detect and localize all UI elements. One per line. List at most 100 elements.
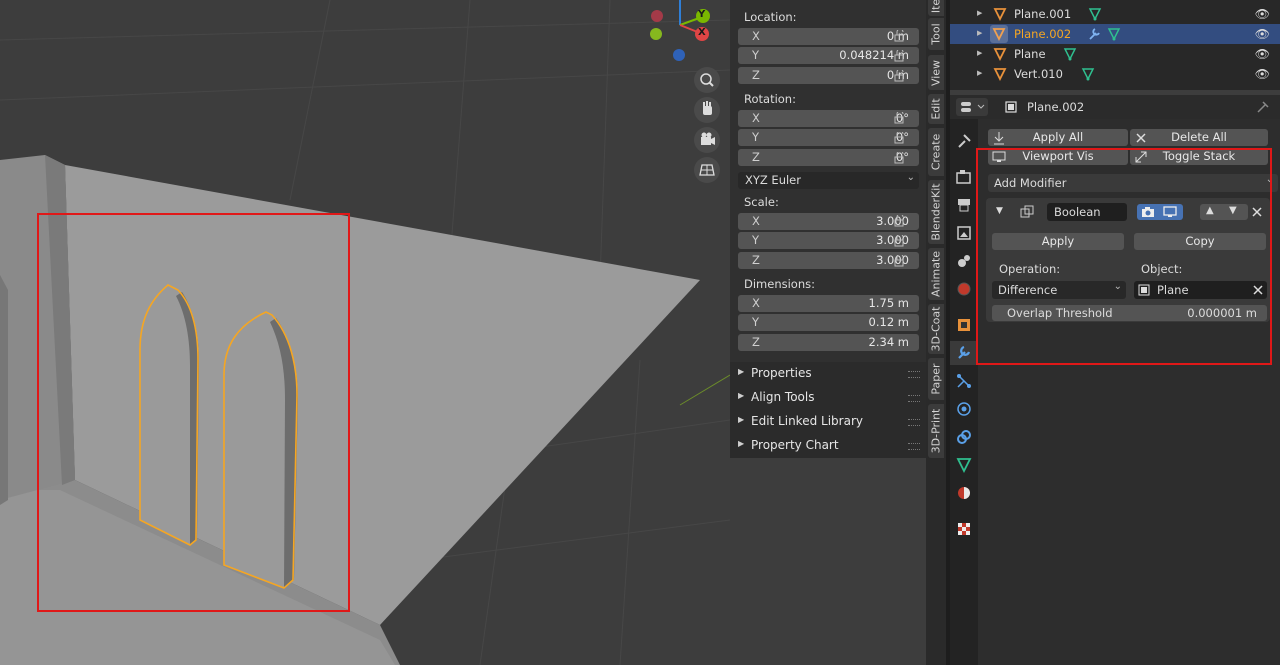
expand-triangle-icon: ▶ xyxy=(738,439,745,448)
output-icon[interactable] xyxy=(956,197,972,213)
location-x-field[interactable]: X0 m xyxy=(738,28,919,45)
particles-icon[interactable] xyxy=(956,373,972,389)
location-z-field[interactable]: Z0 m xyxy=(738,67,919,84)
field-value: 2.34 m xyxy=(868,335,909,349)
eye-icon[interactable]: 👁 xyxy=(1255,27,1270,41)
mesh-data-icon[interactable] xyxy=(956,457,972,473)
scale-y-field[interactable]: Y 3.000 xyxy=(738,232,919,249)
expand-triangle-icon: ▶ xyxy=(738,415,745,424)
tool-icon[interactable] xyxy=(956,133,972,149)
lock-icon[interactable] xyxy=(894,30,908,42)
constraints-icon[interactable] xyxy=(956,429,972,445)
lock-icon[interactable] xyxy=(894,152,908,164)
tab-label: Create xyxy=(929,133,943,171)
render-icon[interactable] xyxy=(956,169,972,185)
world-icon[interactable] xyxy=(956,281,972,297)
tab-edit[interactable]: Edit xyxy=(928,94,944,124)
drag-grip-icon[interactable] xyxy=(908,419,920,426)
hand-icon xyxy=(703,101,712,115)
mesh-data-icon xyxy=(1063,48,1077,61)
delete-all-button[interactable]: Delete All xyxy=(1130,129,1268,146)
lock-icon[interactable] xyxy=(894,50,908,62)
pin-icon[interactable] xyxy=(1256,100,1270,114)
properties-header: Plane.002 xyxy=(950,95,1280,119)
eye-icon[interactable]: 👁 xyxy=(1255,7,1270,21)
button-label: Delete All xyxy=(1171,130,1227,144)
eye-icon[interactable]: 👁 xyxy=(1255,67,1270,81)
eye-icon[interactable]: 👁 xyxy=(1255,47,1270,61)
dimensions-y-field[interactable]: Y 0.12 m xyxy=(738,314,919,331)
drag-grip-icon[interactable] xyxy=(908,443,920,450)
pan-button[interactable] xyxy=(694,97,720,123)
rotation-y-field[interactable]: Y 0° xyxy=(738,129,919,146)
zoom-button[interactable] xyxy=(694,67,720,93)
scale-x-field[interactable]: X 3.000 xyxy=(738,213,919,230)
expand-arrow-icon[interactable]: ▶ xyxy=(977,9,982,17)
panel-properties[interactable]: ▶ Properties xyxy=(730,362,926,386)
tab-blenderkit[interactable]: BlenderKit xyxy=(928,180,944,244)
panel-property-chart[interactable]: ▶ Property Chart xyxy=(730,434,926,458)
outliner-row-vert-010[interactable]: ▶ Vert.010 👁 xyxy=(950,64,1280,84)
3d-viewport[interactable]: Y X xyxy=(0,0,730,665)
lock-icon[interactable] xyxy=(894,235,908,247)
camera-view-button[interactable] xyxy=(694,127,720,153)
panel-align-tools[interactable]: ▶ Align Tools xyxy=(730,386,926,410)
scene-icon[interactable] xyxy=(956,253,972,269)
apply-all-button[interactable]: Apply All xyxy=(988,129,1128,146)
tab-3d-coat[interactable]: 3D-Coat xyxy=(928,304,944,354)
lock-icon[interactable] xyxy=(894,112,908,124)
field-value: 0.12 m xyxy=(868,315,909,329)
tab-item[interactable]: Ite xyxy=(928,0,944,16)
tab-paper[interactable]: Paper xyxy=(928,358,944,400)
lock-icon[interactable] xyxy=(894,70,908,82)
axis-label: Y xyxy=(752,48,760,62)
outliner-row-plane-002[interactable]: ▶ Plane.002 👁 xyxy=(950,24,1280,44)
material-icon[interactable] xyxy=(956,485,972,501)
rotation-mode-dropdown[interactable]: XYZ Euler ⌄ xyxy=(738,172,919,189)
expand-arrow-icon[interactable]: ▶ xyxy=(977,49,982,57)
tab-label: View xyxy=(929,59,943,86)
view-layer-icon[interactable] xyxy=(956,225,972,241)
sidebar-tabs: Ite Tool View Edit Create BlenderKit Ani… xyxy=(926,0,946,665)
drag-grip-icon[interactable] xyxy=(908,371,920,378)
expand-arrow-icon[interactable]: ▶ xyxy=(977,29,982,37)
panel-title: Edit Linked Library xyxy=(751,414,863,428)
dropdown-value: XYZ Euler xyxy=(745,173,801,187)
highlight-box-modifier xyxy=(976,148,1272,365)
lock-icon[interactable] xyxy=(894,255,908,267)
physics-icon[interactable] xyxy=(956,401,972,417)
drag-grip-icon[interactable] xyxy=(908,395,920,402)
mesh-object-icon xyxy=(993,8,1007,21)
wrench-icon xyxy=(958,345,971,359)
tab-modifiers[interactable] xyxy=(950,341,978,365)
expand-triangle-icon: ▶ xyxy=(738,367,745,376)
outliner-row-plane[interactable]: ▶ Plane 👁 xyxy=(950,44,1280,64)
tab-view[interactable]: View xyxy=(928,55,944,90)
tab-label: 3D-Coat xyxy=(929,306,943,352)
location-y-field[interactable]: Y 0.048214 m xyxy=(738,47,919,64)
outliner-row-plane-001[interactable]: ▶ Plane.001 👁 xyxy=(950,4,1280,24)
rotation-z-field[interactable]: Z 0° xyxy=(738,149,919,166)
tab-label: 3D-Print xyxy=(929,408,943,454)
perspective-toggle-button[interactable] xyxy=(694,157,720,183)
expand-arrow-icon[interactable]: ▶ xyxy=(977,69,982,77)
scale-z-field[interactable]: Z 3.000 xyxy=(738,252,919,269)
texture-icon[interactable] xyxy=(956,521,972,537)
tab-3d-print[interactable]: 3D-Print xyxy=(928,404,944,458)
wrench-icon xyxy=(1089,28,1100,40)
lock-icon[interactable] xyxy=(894,132,908,144)
tab-create[interactable]: Create xyxy=(928,128,944,176)
tab-tool[interactable]: Tool xyxy=(928,18,944,50)
axis-label: Y xyxy=(752,130,760,144)
tab-label: Tool xyxy=(929,23,943,45)
lock-icon[interactable] xyxy=(894,215,908,227)
object-properties-icon[interactable] xyxy=(956,317,972,333)
editor-type-dropdown[interactable] xyxy=(956,98,988,116)
tab-animate[interactable]: Animate xyxy=(928,248,944,300)
navigation-gizmo[interactable]: Y X xyxy=(640,0,720,70)
dimensions-z-field[interactable]: Z 2.34 m xyxy=(738,334,919,351)
panel-edit-linked-library[interactable]: ▶ Edit Linked Library xyxy=(730,410,926,434)
rotation-x-field[interactable]: X 0° xyxy=(738,110,919,127)
dimensions-x-field[interactable]: X 1.75 m xyxy=(738,295,919,312)
tab-label: Edit xyxy=(929,98,943,120)
